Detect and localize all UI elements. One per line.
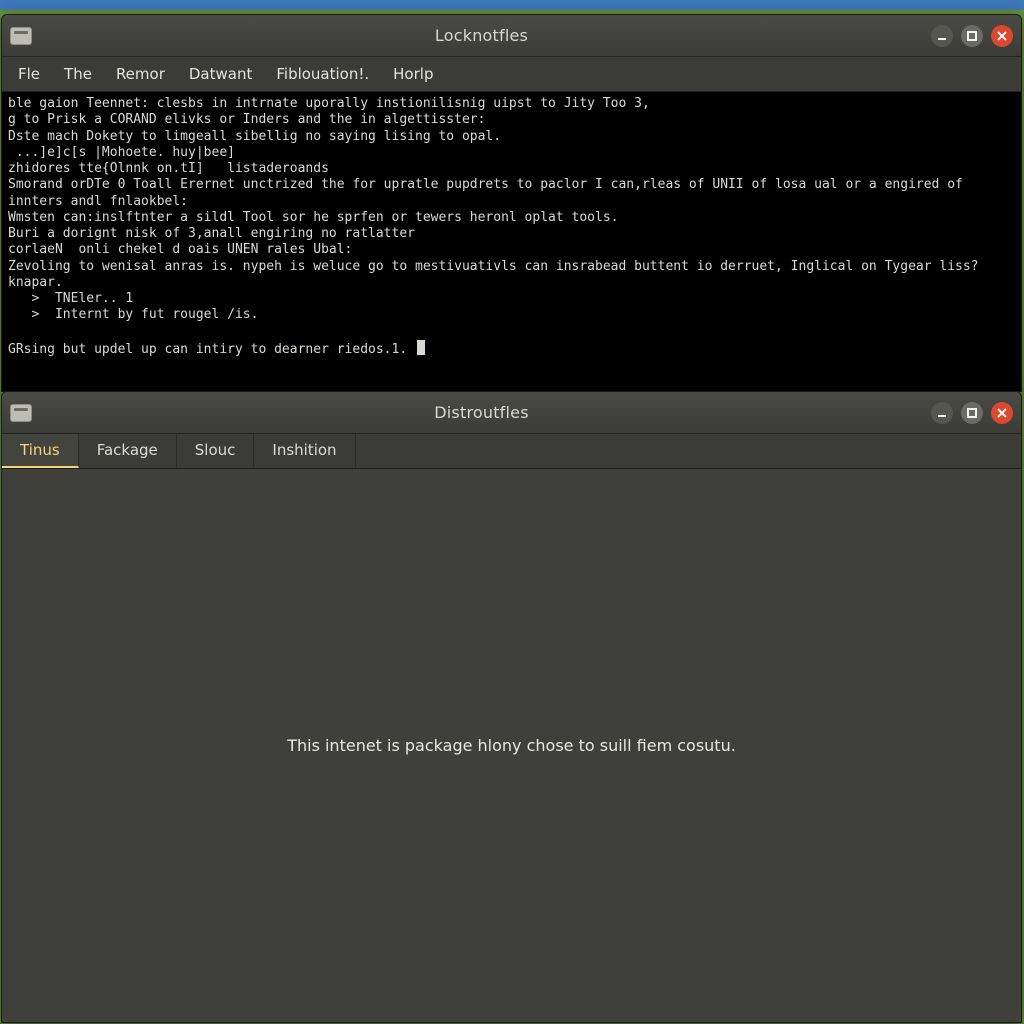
menu-remor[interactable]: Remor xyxy=(106,61,175,87)
terminal-line: innters andl fnlaokbel: xyxy=(8,194,188,209)
maximize-icon xyxy=(966,30,978,42)
tab-slouc[interactable]: Slouc xyxy=(177,434,255,468)
maximize-button[interactable] xyxy=(961,25,983,47)
terminal-line: Dste mach Dokety to limgeall sibellig no… xyxy=(8,129,501,144)
tab-tinus[interactable]: Tinus xyxy=(2,434,79,468)
tab-fackage[interactable]: Fackage xyxy=(79,434,177,468)
menu-fiblou[interactable]: Fiblouation!. xyxy=(266,61,379,87)
distro-titlebar[interactable]: Distroutfles xyxy=(2,392,1021,434)
maximize-icon xyxy=(966,407,978,419)
terminal-line: Smorand orDTe 0 Toall Erernet unctrized … xyxy=(8,177,963,192)
terminal-menubar: Fle The Remor Datwant Fiblouation!. Horl… xyxy=(2,57,1021,92)
minimize-button[interactable] xyxy=(931,402,953,424)
minimize-icon xyxy=(936,407,948,419)
terminal-titlebar[interactable]: Locknotfles xyxy=(2,15,1021,57)
distro-tabbar: Tinus Fackage Slouc Inshition xyxy=(2,434,1021,469)
terminal-line: ...]e]c[s |Mohoete. huy|bee] xyxy=(8,145,235,160)
close-icon xyxy=(996,407,1008,419)
distro-title: Distroutfles xyxy=(40,403,923,422)
terminal-line: g to Prisk a CORAND elivks or Inders and… xyxy=(8,112,485,127)
menu-help[interactable]: Horlp xyxy=(383,61,443,87)
terminal-cursor xyxy=(417,340,425,355)
terminal-line: zhidores tte{Olnnk on.tI] listaderoands xyxy=(8,161,329,176)
close-button[interactable] xyxy=(991,402,1013,424)
menu-the[interactable]: The xyxy=(54,61,102,87)
empty-state-message: This intenet is package hlony chose to s… xyxy=(287,736,736,755)
close-icon xyxy=(996,30,1008,42)
terminal-line: > Internt by fut rougel /is. xyxy=(8,307,258,322)
terminal-line: Buri a dorignt nisk of 3,anall engiring … xyxy=(8,226,415,241)
minimize-icon xyxy=(936,30,948,42)
menu-file[interactable]: Fle xyxy=(8,61,50,87)
distro-window: Distroutfles Tinus Fackage Slouc Inshiti… xyxy=(1,391,1022,1023)
tab-inshition[interactable]: Inshition xyxy=(254,434,355,468)
terminal-window: Locknotfles Fle The Remor Datwant Fiblou… xyxy=(1,14,1022,392)
distro-content: This intenet is package hlony chose to s… xyxy=(2,469,1021,1022)
menu-datwant[interactable]: Datwant xyxy=(179,61,262,87)
distro-app-icon xyxy=(10,404,32,422)
terminal-line: ble gaion Teennet: clesbs in intrnate up… xyxy=(8,96,650,111)
terminal-output[interactable]: ble gaion Teennet: clesbs in intrnate up… xyxy=(2,92,1021,391)
minimize-button[interactable] xyxy=(931,25,953,47)
terminal-line: Wmsten can:inslftnter a sildl Tool sor h… xyxy=(8,210,618,225)
close-button[interactable] xyxy=(991,25,1013,47)
terminal-line: GRsing but updel up can intiry to dearne… xyxy=(8,342,415,357)
terminal-line: knapar. xyxy=(8,275,63,290)
terminal-app-icon xyxy=(10,27,32,45)
maximize-button[interactable] xyxy=(961,402,983,424)
terminal-line: > TNEler.. 1 xyxy=(8,291,133,306)
terminal-title: Locknotfles xyxy=(40,26,923,45)
terminal-line: corlaeN onli chekel d oais UNEN rales Ub… xyxy=(8,242,352,257)
terminal-line: Zevoling to wenisal anras is. nypeh is w… xyxy=(8,259,979,274)
